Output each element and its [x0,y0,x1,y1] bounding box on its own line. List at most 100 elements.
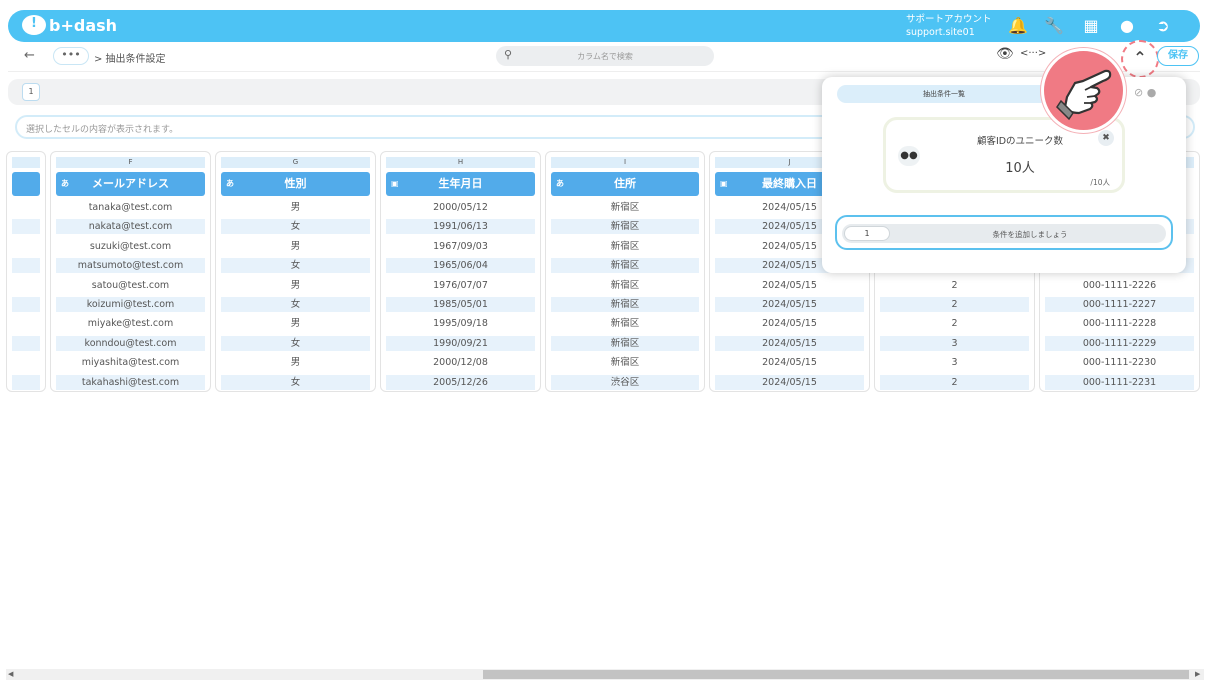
table-cell[interactable]: 女 [221,219,370,235]
column-header[interactable]: あ 住所 [551,172,699,196]
table-cell[interactable]: 1967/09/03 [386,239,535,254]
table-cell[interactable]: takahashi@test.com [56,374,205,390]
back-button[interactable]: ← [24,48,35,63]
table-cell[interactable] [12,355,40,370]
table-cell[interactable] [12,335,40,351]
column-header[interactable]: あ 性別 [221,172,370,196]
table-cell[interactable]: 新宿区 [551,219,699,235]
account-info[interactable]: サポートアカウント support.site01 [906,13,992,39]
app-logo[interactable]: b+dash [22,15,117,35]
table-cell[interactable]: 2005/12/26 [386,374,535,390]
support-chat-icon[interactable]: ● [1116,15,1138,37]
column-G[interactable]: G あ性別男女男女男女男女男女 [215,151,376,392]
table-cell[interactable]: matsumoto@test.com [56,258,205,274]
table-cell[interactable]: nakata@test.com [56,219,205,235]
table-cell[interactable]: 3 [880,355,1029,370]
table-cell[interactable]: konndou@test.com [56,335,205,351]
table-cell[interactable]: 新宿区 [551,278,699,293]
column-I[interactable]: I あ住所 新宿区 新宿区 新宿区 新宿区 新宿区 新宿区 新宿区 新宿区 新宿区 渋谷区 [545,151,705,392]
table-cell[interactable]: 2024/05/15 [715,297,864,312]
table-cell[interactable]: 2 [880,316,1029,331]
column-F[interactable]: F あ メールアドレス tanaka@test.com nakata@test.com s… [50,151,211,392]
more-button[interactable]: ••• [53,47,89,65]
table-cell[interactable]: 2024/05/15 [715,278,864,293]
table-cell[interactable]: 新宿区 [551,316,699,331]
table-cell[interactable]: 新宿区 [551,297,699,312]
column-header[interactable]: ▣ 生年月日 [386,172,535,196]
table-cell[interactable]: 2024/05/15 [715,355,864,370]
scroll-right-icon[interactable]: ▶ [1195,670,1200,678]
table-cell[interactable]: 男 [221,200,370,215]
grid-icon[interactable]: ▦ [1080,15,1102,37]
table-cell[interactable]: 000-1111-2230 [1045,355,1194,370]
table-cell[interactable]: 000-1111-2227 [1045,297,1194,312]
table-cell[interactable]: koizumi@test.com [56,297,205,312]
table-cell[interactable] [12,278,40,293]
hide-icon[interactable]: ⊘ [1134,86,1143,99]
pin-icon[interactable]: ✖ [1098,130,1114,146]
table-cell[interactable]: 渋谷区 [551,374,699,390]
table-cell[interactable]: 女 [221,297,370,312]
table-cell[interactable]: 1985/05/01 [386,297,535,312]
column-header[interactable] [12,172,40,196]
table-cell[interactable]: 2000/12/08 [386,355,535,370]
table-cell[interactable]: 1995/09/18 [386,316,535,331]
table-cell[interactable]: suzuki@test.com [56,239,205,254]
table-cell[interactable]: 新宿区 [551,200,699,215]
column-header[interactable]: あ メールアドレス [56,172,205,196]
tab-extraction-conditions[interactable]: 抽出条件一覧 [837,85,1051,103]
table-cell[interactable]: 2 [880,374,1029,390]
table-cell[interactable] [12,239,40,254]
eye-icon[interactable]: 👁 [996,46,1014,62]
save-button[interactable]: 保存 [1157,46,1199,66]
column-letter[interactable]: F [56,157,205,168]
table-cell[interactable]: 2000/05/12 [386,200,535,215]
table-cell[interactable]: 2 [880,297,1029,312]
table-cell[interactable]: 000-1111-2229 [1045,335,1194,351]
table-cell[interactable]: 女 [221,374,370,390]
column-letter[interactable]: I [551,157,699,168]
table-cell[interactable]: 1965/06/04 [386,258,535,274]
table-cell[interactable]: miyashita@test.com [56,355,205,370]
table-cell[interactable]: 新宿区 [551,239,699,254]
panel-tool-icons[interactable]: ⊘ ● [1134,86,1156,99]
table-cell[interactable] [12,258,40,274]
column-letter[interactable] [12,157,40,168]
bell-icon[interactable]: 🔔 [1007,15,1029,37]
table-cell[interactable] [12,200,40,215]
wrench-icon[interactable]: 🔧 [1043,15,1065,37]
table-cell[interactable]: 2024/05/15 [715,316,864,331]
table-cell[interactable]: 新宿区 [551,335,699,351]
table-cell[interactable]: 000-1111-2231 [1045,374,1194,390]
table-cell[interactable]: 3 [880,335,1029,351]
table-cell[interactable]: 000-1111-2226 [1045,278,1194,293]
table-cell[interactable]: 1976/07/07 [386,278,535,293]
column-H[interactable]: H ▣ 生年月日 2000/05/12 1991/06/13 1967/09/03 1965… [380,151,541,392]
table-cell[interactable] [12,219,40,235]
table-cell[interactable]: 新宿区 [551,258,699,274]
clear-icon[interactable]: ● [1147,86,1157,99]
table-cell[interactable]: 000-1111-2228 [1045,316,1194,331]
table-cell[interactable] [12,297,40,312]
logout-icon[interactable]: ➲ [1152,15,1174,37]
table-cell[interactable] [12,374,40,390]
table-cell[interactable]: 男 [221,355,370,370]
scrollbar-thumb[interactable] [483,670,1189,679]
table-cell[interactable]: 1990/09/21 [386,335,535,351]
table-cell[interactable]: 2024/05/15 [715,335,864,351]
table-cell[interactable]: 1991/06/13 [386,219,535,235]
table-cell[interactable]: tanaka@test.com [56,200,205,215]
table-cell[interactable]: 2024/05/15 [715,374,864,390]
scroll-left-icon[interactable]: ◀ [8,670,13,678]
table-cell[interactable]: 男 [221,239,370,254]
collapse-chevron-up-icon[interactable]: ⌃ [1121,40,1159,78]
table-cell[interactable]: 女 [221,335,370,351]
table-cell[interactable]: 女 [221,258,370,274]
column-letter[interactable]: G [221,157,370,168]
table-cell[interactable]: 新宿区 [551,355,699,370]
table-cell[interactable]: 男 [221,278,370,293]
table-cell[interactable]: 2 [880,278,1029,293]
sheet-tab[interactable]: 1 [22,83,40,101]
column-x0[interactable] [6,151,46,392]
table-cell[interactable]: satou@test.com [56,278,205,293]
